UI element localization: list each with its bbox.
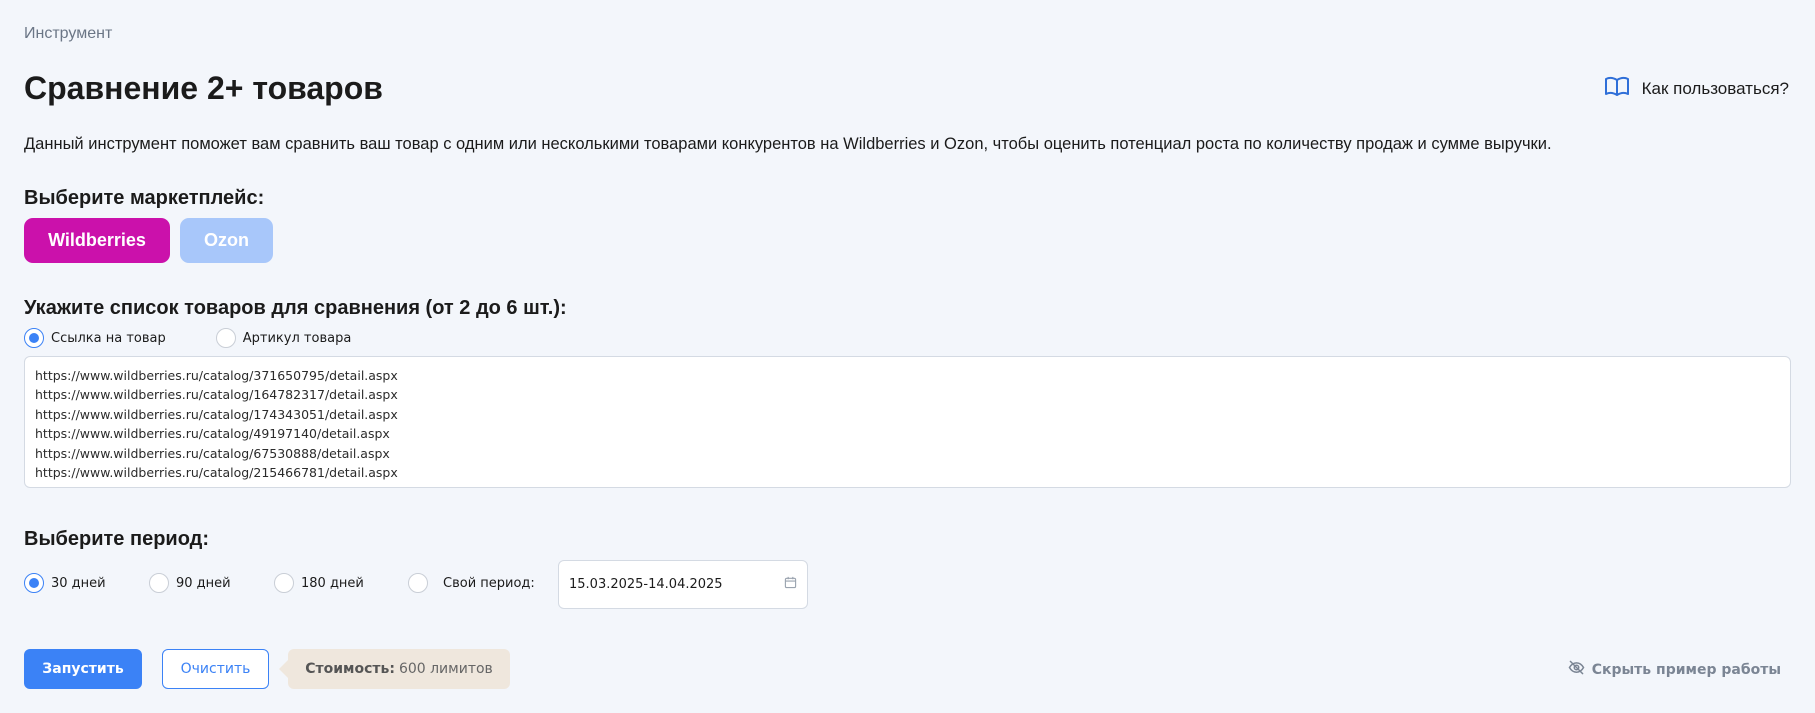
product-links-textarea[interactable]: https://www.wildberries.ru/catalog/37165… <box>24 356 1791 488</box>
input-mode-group: Ссылка на товар Артикул товара <box>24 328 351 348</box>
date-range-value: 15.03.2025-14.04.2025 <box>569 577 723 592</box>
page-title: Сравнение 2+ товаров <box>24 70 383 106</box>
radio-label: 90 дней <box>176 575 231 591</box>
period-label: Выберите период: <box>24 528 210 550</box>
tool-description: Данный инструмент поможет вам сравнить в… <box>24 135 1552 153</box>
radio-label: 180 дней <box>301 575 364 591</box>
marketplace-label: Выберите маркетплейс: <box>24 187 265 209</box>
wildberries-button[interactable]: Wildberries <box>24 218 170 263</box>
radio-product-link[interactable]: Ссылка на товар <box>24 328 166 348</box>
radio-indicator <box>215 328 236 348</box>
ozon-button[interactable]: Ozon <box>180 218 273 263</box>
hide-example-link[interactable]: Скрыть пример работы <box>1568 660 1781 679</box>
product-link-line: https://www.wildberries.ru/catalog/16478… <box>35 387 398 403</box>
calendar-icon <box>784 576 797 593</box>
radio-label: Артикул товара <box>242 330 352 346</box>
run-button[interactable]: Запустить <box>24 649 142 689</box>
product-link-line: https://www.wildberries.ru/catalog/17434… <box>35 406 398 422</box>
products-label: Укажите список товаров для сравнения (от… <box>24 297 567 319</box>
product-link-line: https://www.wildberries.ru/catalog/67530… <box>35 445 390 461</box>
product-link-line: https://www.wildberries.ru/catalog/21546… <box>35 465 398 481</box>
help-link-label: Как пользоваться? <box>1641 78 1789 98</box>
cost-badge: Стоимость: 600 лимитов <box>279 649 510 689</box>
breadcrumb: Инструмент <box>24 25 113 42</box>
radio-indicator <box>408 573 428 593</box>
radio-period-180[interactable]: 180 дней <box>274 573 364 593</box>
radio-label: 30 дней <box>51 575 106 591</box>
book-icon <box>1604 76 1630 101</box>
radio-indicator <box>24 573 44 593</box>
radio-label: Ссылка на товар <box>51 330 166 346</box>
radio-period-30[interactable]: 30 дней <box>24 573 106 593</box>
radio-indicator <box>274 573 294 593</box>
cost-value: 600 лимитов <box>398 661 493 677</box>
product-link-line: https://www.wildberries.ru/catalog/37165… <box>35 368 398 383</box>
radio-product-sku[interactable]: Артикул товара <box>215 328 352 348</box>
radio-indicator <box>24 328 44 348</box>
date-range-picker[interactable]: 15.03.2025-14.04.2025 <box>558 560 808 609</box>
clear-button[interactable]: Очистить <box>162 649 269 689</box>
radio-period-custom[interactable]: Свой период: <box>408 573 535 593</box>
eye-off-icon <box>1568 660 1585 679</box>
product-link-line: https://www.wildberries.ru/catalog/49197… <box>35 426 390 442</box>
radio-label: Свой период: <box>443 575 535 591</box>
cost-label: Стоимость: <box>305 661 395 677</box>
radio-indicator <box>149 573 169 593</box>
hide-example-label: Скрыть пример работы <box>1591 661 1781 678</box>
help-link[interactable]: Как пользоваться? <box>1604 76 1789 101</box>
radio-period-90[interactable]: 90 дней <box>149 573 231 593</box>
